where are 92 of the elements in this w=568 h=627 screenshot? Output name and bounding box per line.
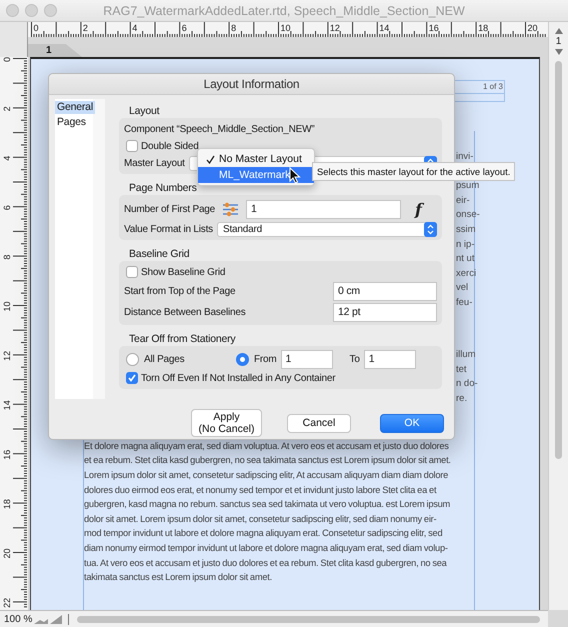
text-fragment: vel [456,281,468,296]
window-title: RAG7_WatermarkAddedLater.rtd, Speech_Middle_Section_NEW [102,4,466,18]
input-field[interactable]: 1 [280,350,333,368]
section-title: Tear Off from Stationery [128,332,236,346]
input-field[interactable]: 0 cm [333,282,437,300]
dialog-title: Layout Information [49,74,454,95]
text-fragment: eir- [456,194,470,208]
sidebar-item[interactable]: General [55,101,95,114]
text-fragment: psum [456,179,480,194]
checkbox[interactable] [126,266,138,278]
ruler-label: 4 [132,23,138,33]
input-field[interactable]: 12 pt [333,302,437,322]
field-label: To [350,354,360,364]
vertical-scrollbar[interactable]: 1 [548,22,568,610]
checkbox[interactable] [126,140,138,152]
field-label: Value Format in Lists [124,224,213,234]
ruler-label: 22 [2,598,12,608]
input-field[interactable]: 1 [246,200,402,218]
ruler-label: 12 [330,23,340,33]
text-fragment: re. [456,392,468,406]
window-control-button[interactable] [25,4,38,17]
field-label: Distance Between Baselines [124,306,246,318]
section-title: Baseline Grid [128,247,190,261]
ruler-label: 6 [2,205,12,210]
text-fragment: xerci [456,266,476,281]
ruler-label: 20 [2,548,12,558]
ruler-label: 8 [231,23,236,33]
scroll-thumb[interactable] [555,61,562,459]
radio-button[interactable] [236,352,249,366]
text-fragment: ssim [456,222,476,237]
window-control-button[interactable] [6,4,19,17]
text-fragment: illum [456,348,476,362]
ruler-label: 4 [2,156,12,161]
page-down-icon[interactable] [554,49,562,55]
ruler-label: 18 [2,499,12,510]
ruler-label: 8 [2,254,12,260]
section-title: Page Numbers [128,181,198,195]
ruler-label: 20 [528,23,538,33]
text-fragment: nt ut [456,252,474,266]
check-icon [206,154,215,164]
dropdown[interactable]: Standard [216,222,437,236]
menu-item[interactable]: ML_Watermark [198,167,314,183]
ruler-label: 16 [428,23,439,33]
text-fragment: onse- [456,208,480,222]
checkbox-label: Show Baseline Grid [141,266,226,278]
dialog-button[interactable]: Apply (No Cancel) [191,409,262,437]
zoom-level[interactable]: 100 % [4,614,34,624]
checkbox[interactable] [126,372,138,384]
radio-button[interactable] [126,352,139,366]
text-fragment: n do- [456,377,478,392]
text-fragment: tet [456,362,467,377]
ruler-label: 2 [2,106,12,112]
input-field[interactable]: 1 [364,350,416,368]
ruler-label: 10 [280,23,291,33]
ruler-label: 10 [2,302,12,312]
dropdown-value: Standard [222,224,262,234]
section-title: Layout [128,104,160,118]
ruler-label: 16 [2,450,12,460]
component-name: Component “Speech_Middle_Section_NEW” [124,124,314,134]
field-label: Number of First Page [124,204,216,214]
zoom-icon[interactable] [34,614,64,624]
ruler-label: 0 [2,57,12,62]
text-fragment: feu- [456,296,472,310]
body-paragraph: Et dolore magna aliquyam erat, sed diam voluptua. At vero eos et accusam et justo duo dolores et ea rebum. Stet clita kasd gubergren, no sea takimata sanctus est Lorem ipsum dolor sit amet. Lorem ipsum dolor sit amet, consetetur sadipscing elitr, At accusam aliquyam diam diam dolore dolores duo eirmod eos erat, et nonumy sed tempor et et invidunt justo labore Stet clita ea et gubergren, kasd magna no rebum. sanctus sea sed takimata ut vero voluptua. est Lorem ipsum dolor sit amet. Lorem ipsum dolor sit amet, consetetur sadipscing elitr, sed diam nonumy eir- mod tempor invidunt ut labore et dolore magna aliquyam erat. Consetetur sadipscing elitr, sed diam nonumy eirmod tempor invidunt ut labore et dolore magna aliquyam erat, sed diam volup- tua. At vero eos et accusam et justo duo dolores et ea rebum. Stet clita kasd gubergren, no sea takimata sanctus est Lorem ipsum dolor sit amet. [84,440,452,584]
ruler-label: 2 [82,23,88,33]
text-fragment: n ip- [456,238,474,252]
ruler-label: 14 [379,23,390,33]
checkbox-label: Torn Off Even If Not Installed in Any Container [141,372,336,384]
scroll-thumb[interactable] [77,616,540,622]
page-count: 1 of 3 [482,81,504,93]
field-label: Master Layout [124,158,185,168]
page-tab[interactable]: 1 [28,44,82,57]
dialog-button[interactable]: Cancel [287,414,351,432]
page-up-icon[interactable] [554,28,562,34]
sliders-icon[interactable] [223,202,238,216]
ruler-label: 14 [2,400,12,410]
checkbox-label: Double Sided [141,140,199,152]
ruler-label: 6 [182,23,187,33]
field-label: Start from Top of the Page [124,286,236,296]
radio-label: All Pages [144,354,184,364]
tooltip: Selects this master layout for the active layout. [312,162,516,181]
ruler-label: 18 [478,23,488,33]
text-fragment: invi- [456,150,474,164]
page-number: 1 [556,36,562,47]
ruler-label: 12 [2,350,12,361]
menu-item[interactable]: No Master Layout [198,151,314,167]
stepper-icon[interactable] [424,222,437,236]
window-control-button[interactable] [44,4,57,17]
radio-label: From [254,354,277,364]
function-button[interactable]: f [411,200,426,218]
ruler-label: 0 [34,23,39,33]
sidebar-item[interactable]: Pages [55,116,88,129]
